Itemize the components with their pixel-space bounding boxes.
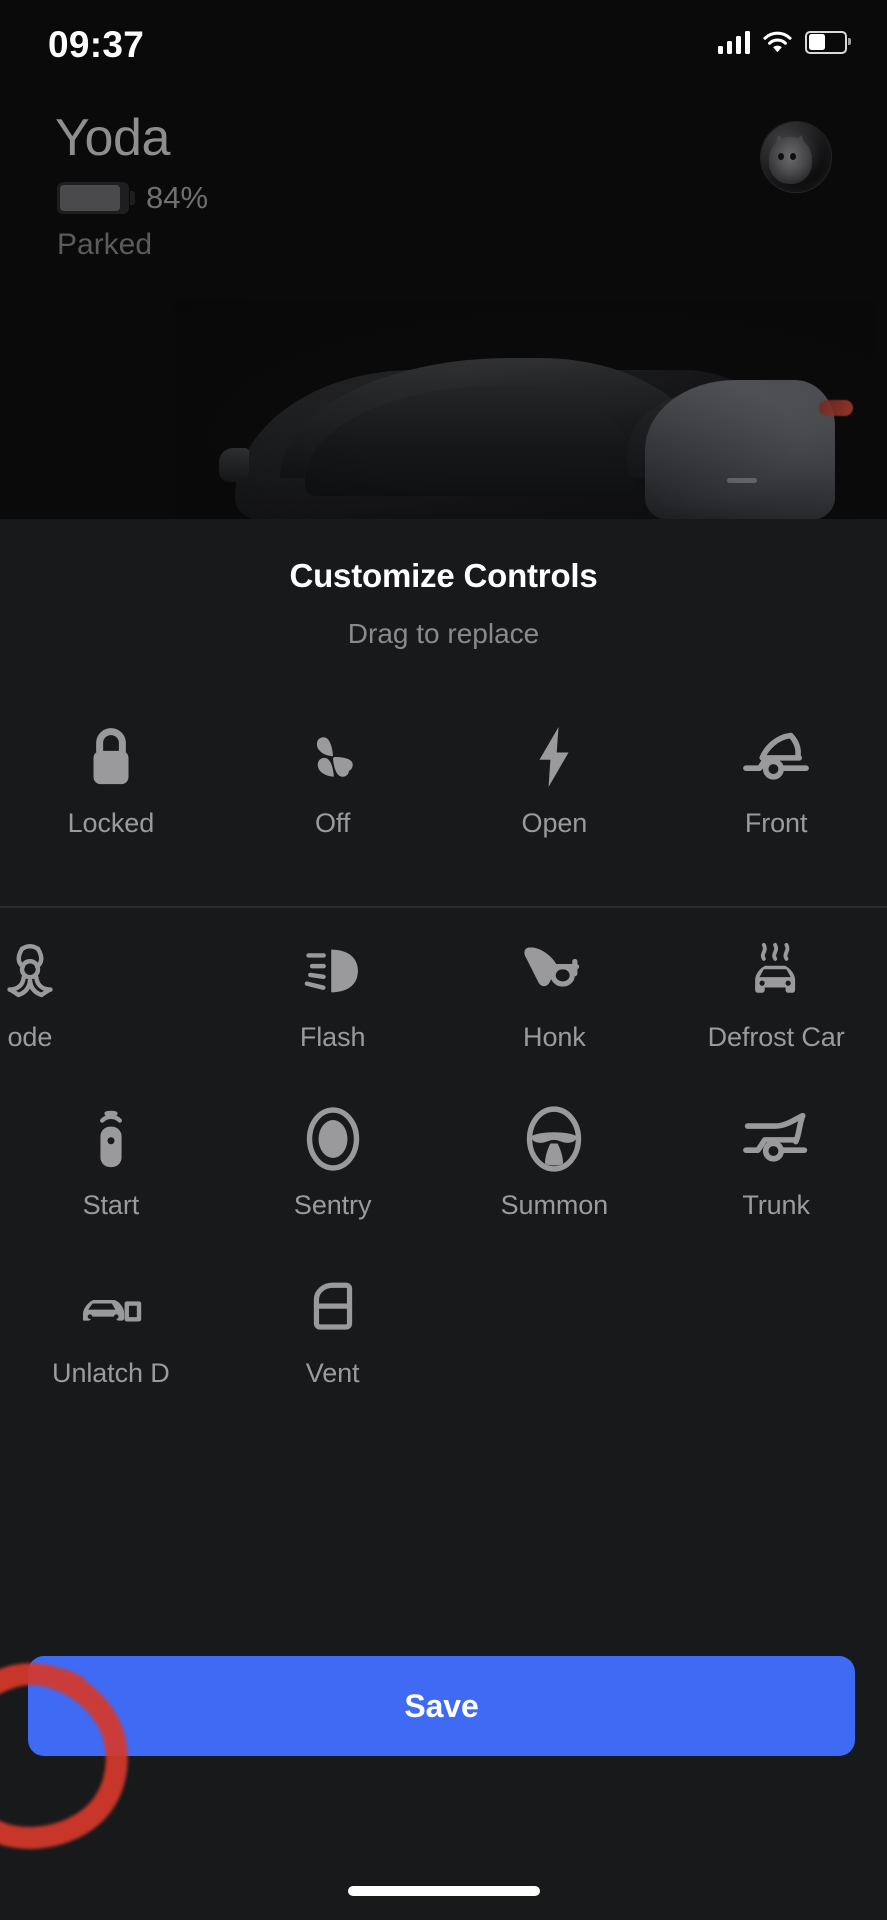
status-bar-time: 09:37 [48,24,145,65]
section-divider [0,906,887,908]
avatar[interactable] [760,121,832,193]
horn-icon [521,934,587,1008]
control-item-locked[interactable]: Locked [0,702,222,870]
control-item-trunk[interactable]: Trunk [665,1084,887,1252]
biohazard-icon [0,934,61,1008]
cellular-signal-icon [717,30,750,54]
control-item-defrost-car[interactable]: Defrost Car [665,916,887,1084]
control-label: Trunk [742,1189,810,1220]
vehicle-state: Parked [57,228,153,261]
sheet-title: Customize Controls [289,557,598,594]
defrost-car-icon [743,934,809,1008]
phone-screen: Yoda 84% Parked 09:37 Customize Controls… [0,0,887,1920]
control-label: Front [744,808,808,838]
control-item-flash[interactable]: Flash [222,916,444,1084]
control-item-sentry[interactable]: Sentry [222,1084,444,1252]
sheet-subtitle: Drag to replace [347,618,540,649]
lightning-bolt-icon [534,720,574,794]
control-label: Open [521,808,588,838]
headlight-flash-icon [301,934,365,1008]
control-item-honk[interactable]: Honk [444,916,666,1084]
control-item-start[interactable]: Start [0,1084,222,1252]
control-item-frunk[interactable]: Front [665,702,887,870]
battery-icon [805,30,851,54]
status-bar: 09:37 [0,0,887,96]
control-label: Honk [523,1021,586,1052]
frunk-icon [739,720,813,794]
customize-controls-sheet: Customize Controls Drag to replace Locke… [0,519,887,1920]
control-label: ode [7,1021,53,1052]
lock-closed-icon [83,720,139,794]
vehicle-battery: 84% [57,180,208,216]
control-item-bioweapon-mode[interactable]: ode [0,916,141,1084]
control-item-unlatch-door[interactable]: Unlatch D [0,1252,222,1420]
control-label: Vent [305,1357,360,1388]
car-image [175,300,875,520]
control-label: Off [315,808,351,838]
current-controls-grid: Locked Off Open Front [0,702,887,870]
key-fob-icon [89,1102,133,1176]
wifi-icon [763,31,792,53]
home-indicator[interactable] [347,1886,540,1896]
control-item-climate[interactable]: Off [222,702,444,870]
control-label: Start [82,1189,140,1220]
control-item-charge-port[interactable]: Open [444,702,666,870]
save-button[interactable]: Save [28,1656,855,1756]
trunk-icon [739,1102,813,1176]
vehicle-battery-percent: 84% [146,180,209,215]
control-item-summon[interactable]: Summon [444,1084,666,1252]
fan-icon [303,720,363,794]
steering-wheel-icon [525,1102,583,1176]
car-door-open-icon [76,1270,146,1344]
vehicle-name[interactable]: Yoda [55,108,170,168]
control-label: Unlatch D [52,1357,170,1388]
control-label: Locked [67,808,155,838]
battery-level-icon [57,182,135,214]
control-item-vent[interactable]: Vent [222,1252,444,1420]
control-label: Flash [299,1021,366,1052]
car-door-vent-icon [306,1270,360,1344]
control-label: Sentry [293,1189,372,1220]
sentry-camera-icon [305,1102,361,1176]
control-label: Summon [500,1189,609,1220]
control-label: Defrost Car [707,1021,845,1052]
available-controls-grid: ode Flash Honk Defrost Car Start Sentry … [0,916,887,1420]
